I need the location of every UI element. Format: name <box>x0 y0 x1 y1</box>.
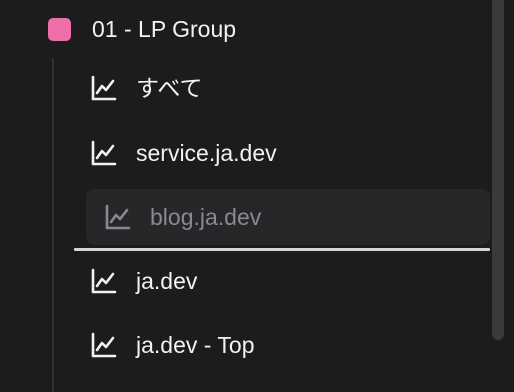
sidebar-item-service-ja-dev[interactable]: service.ja.dev <box>86 125 490 181</box>
line-chart-icon <box>91 268 117 294</box>
drop-indicator <box>74 248 490 251</box>
pink-square-icon <box>48 18 71 41</box>
sidebar-item-all[interactable]: すべて <box>86 60 490 116</box>
sidebar-item-label: service.ja.dev <box>136 140 277 166</box>
sidebar-item-label: ja.dev - Top <box>136 332 255 358</box>
sidebar-item-label: すべて <box>136 75 203 101</box>
sidebar-panel: 01 - LP Group すべて service.ja.dev blog.ja… <box>0 0 514 392</box>
sidebar-item-ja-dev[interactable]: ja.dev <box>86 253 490 309</box>
group-header-lp-group[interactable]: 01 - LP Group <box>0 0 490 58</box>
sidebar-item-ja-dev-top[interactable]: ja.dev - Top <box>86 317 490 373</box>
sidebar-item-label: ja.dev <box>136 268 198 294</box>
line-chart-icon <box>105 204 131 230</box>
sidebar-item-label: blog.ja.dev <box>150 204 262 230</box>
line-chart-icon <box>91 140 117 166</box>
sidebar-item-blog-ja-dev-dragging[interactable]: blog.ja.dev <box>86 189 490 245</box>
line-chart-icon <box>91 332 117 358</box>
group-label: 01 - LP Group <box>92 16 237 42</box>
line-chart-icon <box>91 75 117 101</box>
tree-guide-line <box>52 58 54 392</box>
scrollbar-thumb[interactable] <box>492 0 504 340</box>
